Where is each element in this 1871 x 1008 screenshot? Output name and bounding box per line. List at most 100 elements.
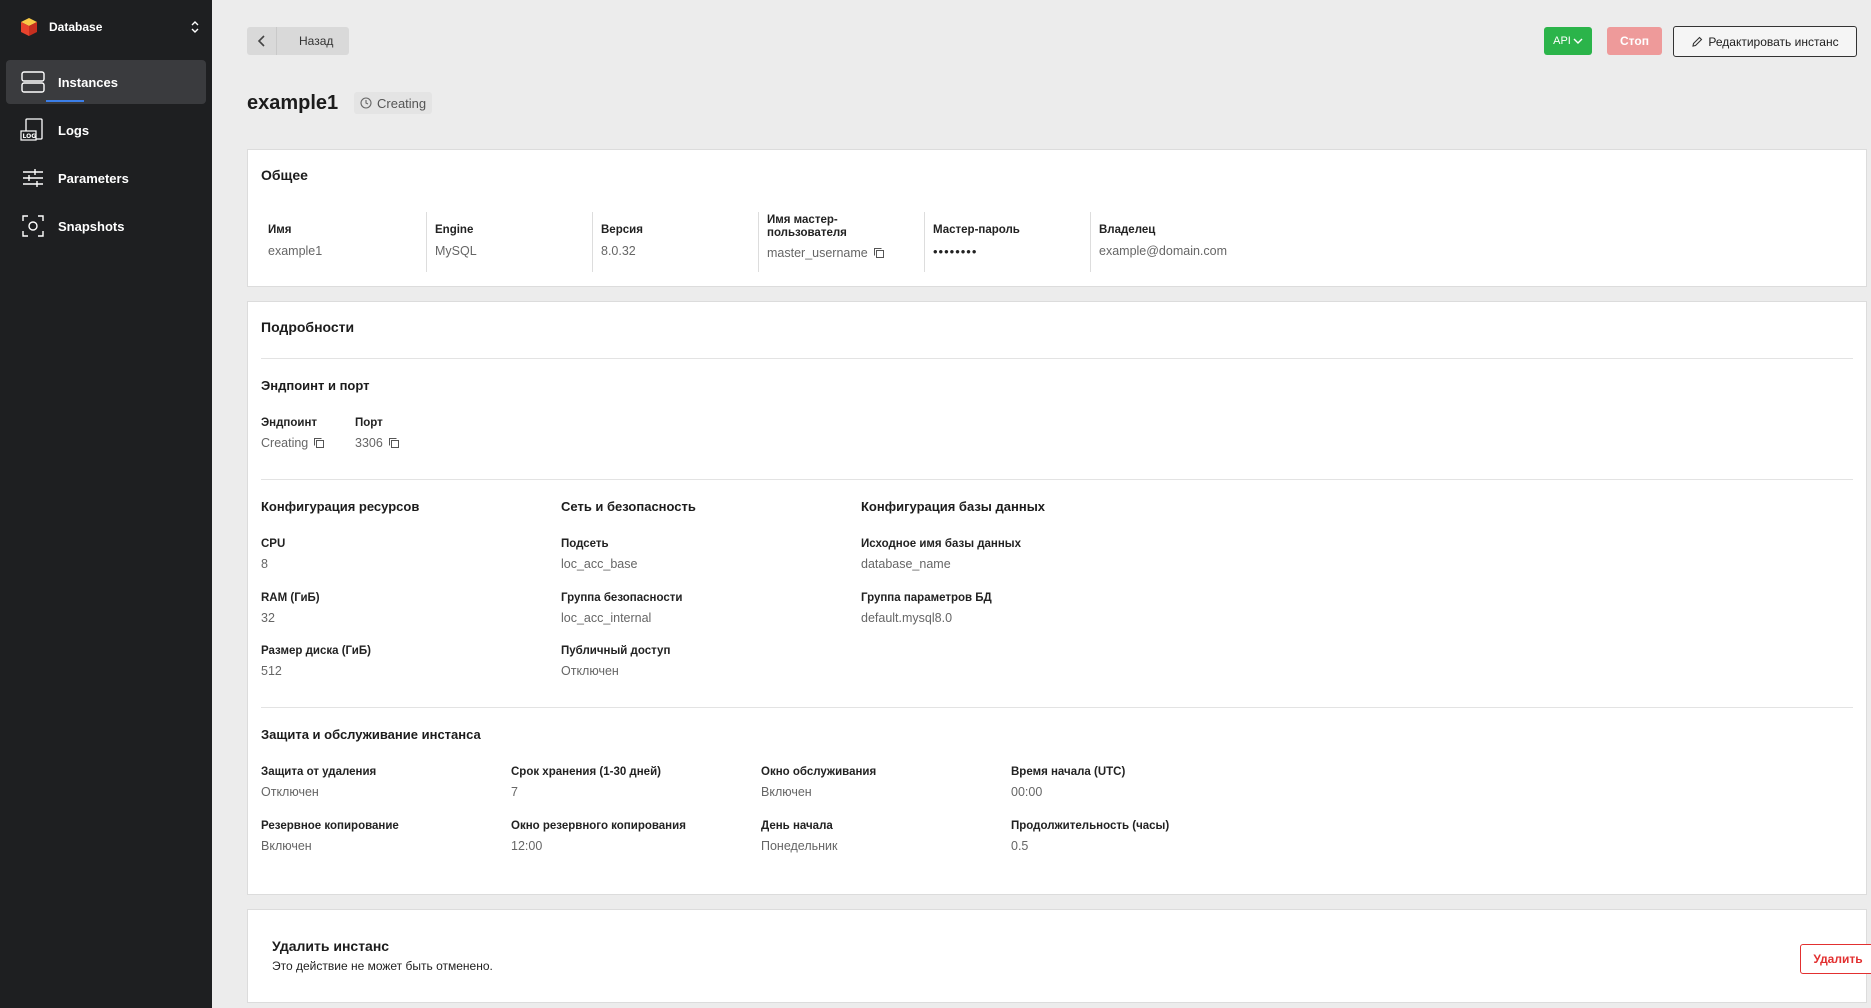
- field-owner: Владелец example@domain.com: [1090, 212, 1290, 272]
- ram-field: RAM (ГиБ) 32: [261, 592, 320, 625]
- port-field: Порт 3306: [355, 417, 400, 450]
- field-label: Защита от удаления: [261, 766, 377, 778]
- field-label: Группа безопасности: [561, 592, 683, 604]
- network-title: Сеть и безопасность: [561, 499, 696, 514]
- sidebar-item-label: Logs: [58, 122, 90, 138]
- field-value: Включен: [761, 785, 812, 799]
- delete-button[interactable]: Удалить: [1800, 944, 1871, 974]
- maintenance-window-field: Окно обслуживания Включен: [761, 766, 876, 799]
- main-content: Назад API Стоп Редактировать инстанс exa…: [212, 0, 1871, 1008]
- field-label: Владелец: [1099, 224, 1156, 236]
- field-value: ••••••••: [933, 244, 978, 259]
- delete-card: Удалить инстанс Это действие не может бы…: [247, 909, 1871, 1003]
- field-value: Включен: [261, 839, 312, 853]
- copy-icon[interactable]: [313, 437, 325, 449]
- edit-instance-button[interactable]: Редактировать инстанс: [1673, 26, 1857, 57]
- start-day-field: День начала Понедельник: [761, 820, 838, 853]
- edit-label: Редактировать инстанс: [1708, 34, 1839, 49]
- field-label: Окно обслуживания: [761, 766, 877, 778]
- endpoint-value: Creating: [261, 436, 309, 450]
- field-label: Имя: [268, 224, 292, 236]
- general-title: Общее: [261, 167, 308, 183]
- field-label: Подсеть: [561, 538, 609, 550]
- field-engine: Engine MySQL: [426, 212, 592, 272]
- field-label: Версия: [601, 224, 643, 236]
- field-value: 8.0.32: [601, 244, 636, 258]
- field-value: 00:00: [1011, 785, 1043, 799]
- field-master-username: Имя мастер-пользователя master_username: [758, 212, 924, 272]
- db-parameter-group-field: Группа параметров БД default.mysql8.0: [861, 592, 992, 625]
- field-value: Creating: [261, 436, 325, 450]
- field-label: Размер диска (ГиБ): [261, 645, 371, 657]
- sidebar-item-parameters[interactable]: Parameters: [6, 156, 206, 200]
- sidebar-item-logs[interactable]: LOG Logs: [6, 108, 206, 152]
- pencil-icon: [1692, 36, 1703, 47]
- deletion-protection-field: Защита от удаления Отключен: [261, 766, 376, 799]
- field-label: Окно резервного копирования: [511, 820, 686, 832]
- general-fields: Имя example1 Engine MySQL Версия 8.0.32 …: [260, 212, 1290, 272]
- cpu-field: CPU 8: [261, 538, 285, 571]
- duration-field: Продолжительность (часы) 0.5: [1011, 820, 1169, 853]
- backup-window-field: Окно резервного копирования 12:00: [511, 820, 686, 853]
- sidebar-item-snapshots[interactable]: Snapshots: [6, 204, 206, 248]
- details-title: Подробности: [261, 319, 355, 335]
- active-indicator: [46, 100, 84, 102]
- protection-title: Защита и обслуживание инстанса: [261, 727, 481, 742]
- field-label: Группа параметров БД: [861, 592, 992, 604]
- field-label: Порт: [355, 417, 383, 429]
- field-value: 8: [261, 557, 268, 571]
- start-time-field: Время начала (UTC) 00:00: [1011, 766, 1125, 799]
- details-card: Подробности Эндпоинт и порт Эндпоинт Cre…: [247, 301, 1867, 895]
- subnet-field: Подсеть loc_acc_base: [561, 538, 637, 571]
- field-label: Эндпоинт: [261, 417, 318, 429]
- port-value: 3306: [355, 436, 383, 450]
- api-label: API: [1553, 35, 1571, 47]
- page-title: example1: [247, 92, 339, 114]
- endpoint-section-title: Эндпоинт и порт: [261, 378, 370, 393]
- sidebar-item-label: Parameters: [58, 170, 129, 186]
- snapshot-camera-icon: [20, 213, 46, 239]
- field-value: MySQL: [435, 244, 477, 258]
- sidebar-item-label: Instances: [58, 74, 118, 90]
- field-value: database_name: [861, 557, 951, 571]
- field-label: День начала: [761, 820, 833, 832]
- divider: [261, 479, 1853, 480]
- service-switcher[interactable]: Database: [20, 17, 205, 37]
- field-value: 32: [261, 611, 275, 625]
- field-label: Публичный доступ: [561, 645, 671, 657]
- copy-icon[interactable]: [873, 247, 885, 259]
- db-config-title: Конфигурация базы данных: [861, 499, 1046, 514]
- back-label: Назад: [299, 34, 334, 48]
- delete-title: Удалить инстанс: [272, 938, 390, 954]
- chevron-up-down-icon[interactable]: [189, 19, 201, 35]
- sidebar-nav: Instances LOG Logs Parameters Snapshots: [6, 60, 206, 252]
- field-value: Отключен: [261, 785, 319, 799]
- field-value: loc_acc_internal: [561, 611, 652, 625]
- divider: [261, 358, 1853, 359]
- field-value: default.mysql8.0: [861, 611, 953, 625]
- field-value: example1: [268, 244, 323, 258]
- field-name: Имя example1: [260, 212, 426, 272]
- database-logo-icon: [21, 18, 37, 36]
- security-group-field: Группа безопасности loc_acc_internal: [561, 592, 682, 625]
- clock-icon: [360, 97, 372, 109]
- resources-title: Конфигурация ресурсов: [261, 499, 420, 514]
- field-label: Продолжительность (часы): [1011, 820, 1170, 832]
- sidebar-item-label: Snapshots: [58, 218, 125, 234]
- field-label: Мастер-пароль: [933, 224, 1020, 236]
- divider: [261, 707, 1853, 708]
- field-value: loc_acc_base: [561, 557, 638, 571]
- field-label: CPU: [261, 538, 286, 550]
- field-master-password: Мастер-пароль ••••••••: [924, 212, 1090, 272]
- sidebar-item-instances[interactable]: Instances: [6, 60, 206, 104]
- field-label: Имя мастер-пользователя: [767, 214, 847, 239]
- copy-icon[interactable]: [388, 437, 400, 449]
- status-text: Creating: [377, 95, 427, 111]
- public-access-field: Публичный доступ Отключен: [561, 645, 670, 678]
- field-value: example@domain.com: [1099, 244, 1228, 258]
- initial-db-name-field: Исходное имя базы данных database_name: [861, 538, 1021, 571]
- api-dropdown-button[interactable]: API: [1544, 27, 1592, 55]
- stop-button[interactable]: Стоп: [1607, 27, 1662, 55]
- backup-field: Резервное копирование Включен: [261, 820, 399, 853]
- back-button[interactable]: Назад: [247, 27, 349, 55]
